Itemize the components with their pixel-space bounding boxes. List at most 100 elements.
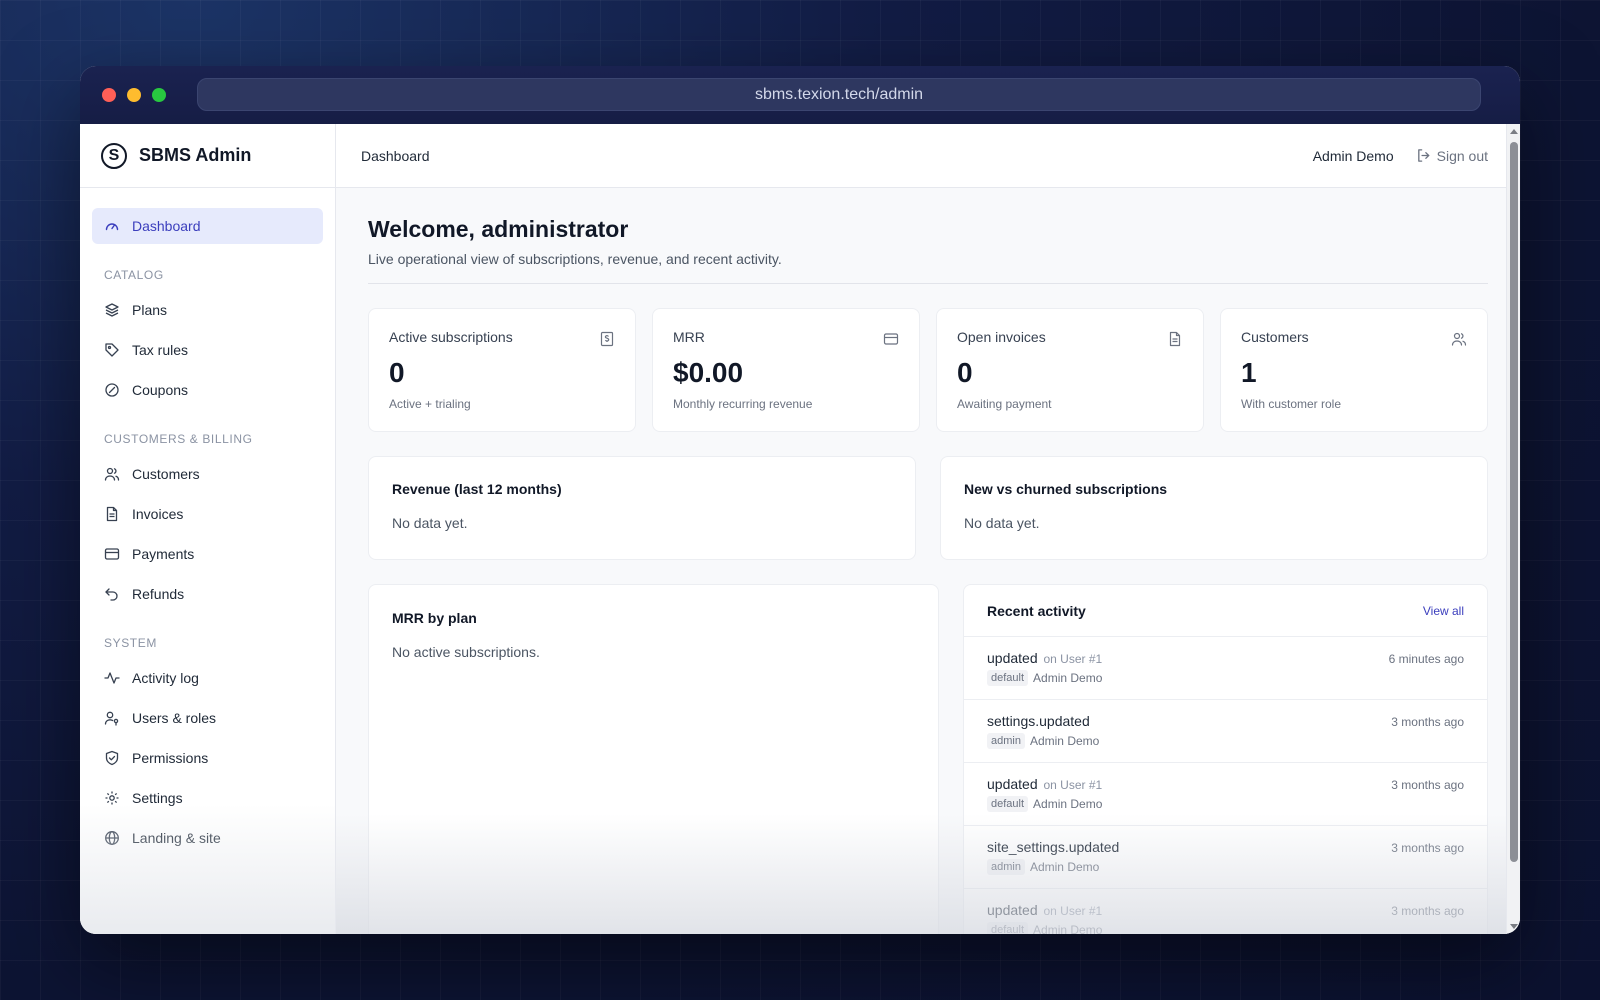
activity-tag: admin <box>987 859 1025 875</box>
close-window-button[interactable] <box>102 88 116 102</box>
sidebar-item-label: Permissions <box>132 750 209 766</box>
tag-icon <box>105 343 119 357</box>
activity-action: settings.updated <box>987 713 1090 729</box>
activity-tag: default <box>987 670 1029 686</box>
sidebar-item-label: Users & roles <box>132 710 217 726</box>
topbar-user-area: Admin Demo Sign out <box>1313 148 1488 164</box>
activity-item[interactable]: updated on User #1 3 months ago default A… <box>964 889 1487 934</box>
stats-row: Active subscriptions 0 Active + trialing… <box>368 308 1488 432</box>
address-bar-url: sbms.texion.tech/admin <box>754 85 924 103</box>
stat-label: Open invoices <box>957 329 1046 345</box>
sign-out-label: Sign out <box>1436 147 1488 164</box>
scroll-up-arrow[interactable] <box>1510 129 1518 134</box>
activity-item[interactable]: updated on User #1 6 minutes ago default… <box>964 637 1487 700</box>
sidebar-item-customers[interactable]: Customers <box>92 456 323 492</box>
stat-label: Active subscriptions <box>389 329 513 345</box>
card-title: New vs churned subscriptions <box>964 481 1168 497</box>
churn-card: New vs churned subscriptions No data yet… <box>940 456 1488 560</box>
minimize-window-button[interactable] <box>127 88 141 102</box>
sidebar-item-label: Refunds <box>132 586 185 602</box>
dashboard-content: Welcome, administrator Live operational … <box>336 188 1520 934</box>
layers-icon <box>105 303 119 317</box>
sidebar-item-permissions[interactable]: Permissions <box>92 740 323 776</box>
divider <box>368 283 1488 284</box>
card-title: Revenue (last 12 months) <box>392 481 562 497</box>
vertical-scrollbar[interactable] <box>1506 124 1520 934</box>
sidebar-item-activity-log[interactable]: Activity log <box>92 660 323 696</box>
card-title: Recent activity <box>987 602 1086 619</box>
stat-label: MRR <box>673 329 705 345</box>
mrr-by-plan-card: MRR by plan No active subscriptions. <box>368 584 939 934</box>
empty-state: No data yet. <box>964 515 1040 531</box>
scroll-down-arrow[interactable] <box>1510 924 1518 929</box>
users-icon <box>1451 332 1467 346</box>
sidebar-item-tax-rules[interactable]: Tax rules <box>92 332 323 368</box>
stat-card-mrr: MRR $0.00 Monthly recurring revenue <box>652 308 920 432</box>
activity-action: site_settings.updated <box>987 839 1120 855</box>
activity-item[interactable]: settings.updated 3 months ago admin Admin… <box>964 700 1487 763</box>
undo-icon <box>105 588 118 601</box>
empty-state: No data yet. <box>392 515 468 531</box>
activity-tag: default <box>987 796 1029 812</box>
sidebar-item-invoices[interactable]: Invoices <box>92 496 323 532</box>
percent-badge-icon <box>105 383 119 397</box>
browser-titlebar: sbms.texion.tech/admin <box>80 66 1520 124</box>
activity-time: 3 months ago <box>1391 904 1464 918</box>
current-user-name: Admin Demo <box>1312 147 1394 164</box>
sidebar-item-landing-site[interactable]: Landing & site <box>92 820 323 856</box>
main-content: Dashboard Admin Demo Sign out Welcome, a… <box>336 124 1520 934</box>
activity-item[interactable]: updated on User #1 3 months ago default A… <box>964 763 1487 826</box>
dollar-doc-icon <box>600 331 614 347</box>
shield-check-icon <box>105 750 119 766</box>
maximize-window-button[interactable] <box>152 88 166 102</box>
activity-user: Admin Demo <box>1033 797 1103 811</box>
sidebar-item-dashboard[interactable]: Dashboard <box>92 208 323 244</box>
stat-hint: Monthly recurring revenue <box>673 397 813 411</box>
sidebar-item-label: Settings <box>132 790 183 806</box>
admin-app: S SBMS Admin Dashboard CATALOG Plans Tax… <box>80 124 1520 934</box>
users-icon <box>104 467 120 481</box>
sidebar-item-payments[interactable]: Payments <box>92 536 323 572</box>
view-all-link[interactable]: View all <box>1423 604 1464 618</box>
card-title: MRR by plan <box>392 610 477 626</box>
sidebar-item-coupons[interactable]: Coupons <box>92 372 323 408</box>
activity-user: Admin Demo <box>1029 860 1100 874</box>
activity-user: Admin Demo <box>1033 923 1103 934</box>
activity-icon <box>104 672 120 684</box>
sidebar-item-plans[interactable]: Plans <box>92 292 323 328</box>
section-label-catalog: CATALOG <box>104 268 164 282</box>
section-label-billing: CUSTOMERS & BILLING <box>104 432 253 446</box>
sidebar-item-refunds[interactable]: Refunds <box>92 576 323 612</box>
brand-name: SBMS Admin <box>139 145 252 165</box>
activity-time: 3 months ago <box>1391 778 1464 792</box>
sidebar-item-label: Landing & site <box>132 830 221 846</box>
breadcrumb: Dashboard <box>361 147 430 164</box>
activity-user: Admin Demo <box>1029 734 1100 748</box>
sidebar-item-label: Payments <box>132 546 195 562</box>
topbar: Dashboard Admin Demo Sign out <box>336 124 1520 188</box>
sidebar-item-users-roles[interactable]: Users & roles <box>92 700 323 736</box>
activity-action: updated <box>987 902 1038 918</box>
credit-card-icon <box>104 548 120 560</box>
document-icon <box>1169 331 1181 347</box>
activity-action: updated <box>987 650 1038 666</box>
sidebar-item-label: Plans <box>132 302 168 318</box>
section-label-system: SYSTEM <box>104 636 157 650</box>
sign-out-button[interactable]: Sign out <box>1416 148 1488 164</box>
brand[interactable]: S SBMS Admin <box>80 124 335 188</box>
page-title: Welcome, administrator <box>368 216 629 242</box>
gauge-icon <box>105 223 119 231</box>
sidebar-item-settings[interactable]: Settings <box>92 780 323 816</box>
scrollbar-thumb[interactable] <box>1510 142 1518 862</box>
sidebar-item-label: Tax rules <box>132 342 189 358</box>
charts-row: Revenue (last 12 months) No data yet. Ne… <box>368 456 1488 560</box>
sidebar-item-label: Dashboard <box>132 218 201 234</box>
sidebar: S SBMS Admin Dashboard CATALOG Plans Tax… <box>80 124 336 934</box>
stat-value: 0 <box>389 357 405 388</box>
sidebar-item-label: Customers <box>132 466 200 482</box>
activity-tag: default <box>987 922 1029 934</box>
activity-item[interactable]: site_settings.updated 3 months ago admin… <box>964 826 1487 889</box>
activity-user: Admin Demo <box>1033 671 1103 685</box>
address-bar[interactable]: sbms.texion.tech/admin <box>197 78 1481 111</box>
stat-value: 0 <box>957 357 973 388</box>
